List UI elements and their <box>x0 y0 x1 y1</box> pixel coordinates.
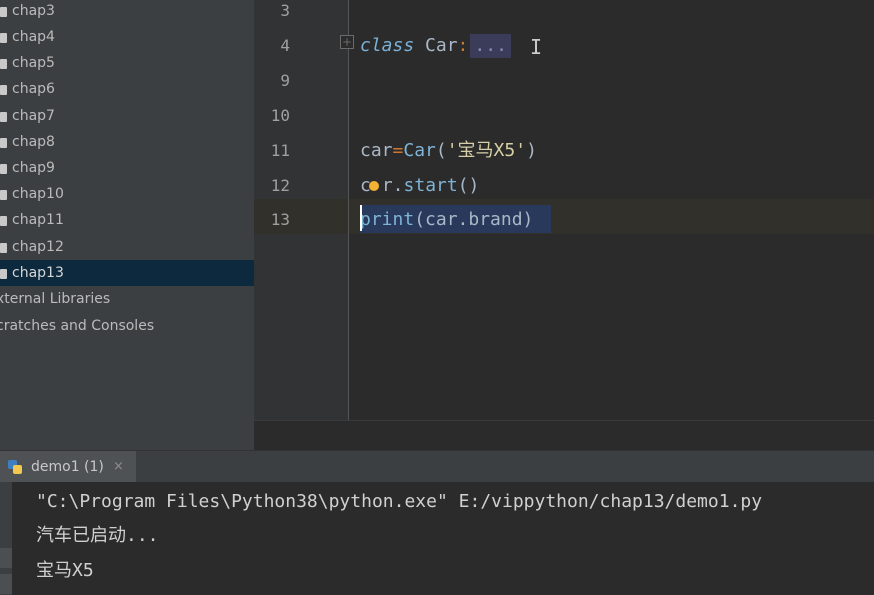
builtin-print: print <box>360 209 415 230</box>
class-name: Car <box>414 35 458 56</box>
paren: ) <box>526 140 537 161</box>
code-editor[interactable]: 3 4 9 10 11 12 13 + class Car:... I car=… <box>254 0 874 450</box>
string-literal: '宝马X5' <box>446 140 527 161</box>
keyword-class: class <box>360 35 415 56</box>
line-number: 13 <box>270 210 290 229</box>
python-icon <box>8 460 22 474</box>
tree-item-chap12[interactable]: chap12 <box>0 234 254 260</box>
folder-icon <box>0 112 7 122</box>
operator: = <box>392 140 404 161</box>
line-number: 9 <box>280 71 290 90</box>
project-tree: chap3 chap4 chap5 chap6 chap7 chap8 chap… <box>0 0 254 450</box>
gutter-divider <box>348 0 349 420</box>
run-tab-demo1[interactable]: demo1 (1) × <box>0 451 136 483</box>
editor-bottom-area <box>254 420 874 450</box>
console-toolbar-button[interactable] <box>0 548 12 568</box>
line-number: 3 <box>280 1 290 20</box>
colon: : <box>457 35 469 56</box>
lightbulb-icon[interactable] <box>369 181 379 191</box>
tree-item-chap8[interactable]: chap8 <box>0 129 254 155</box>
method-call: start <box>403 175 458 196</box>
folder-icon <box>0 138 7 148</box>
console-output-line: 汽车已启动... <box>36 525 159 546</box>
folder-icon <box>0 59 7 69</box>
folder-icon <box>0 85 7 95</box>
console-output-line: 宝马X5 <box>36 560 94 581</box>
tree-item-scratches-and-consoles[interactable]: cratches and Consoles <box>0 313 254 339</box>
folded-code-placeholder[interactable]: ... <box>470 34 511 58</box>
code-line-13[interactable]: print(car.brand) <box>360 208 533 232</box>
args: (car.brand) <box>414 209 534 230</box>
folder-icon <box>0 269 7 279</box>
paren: ( <box>435 140 447 161</box>
run-tool-window-header: demo1 (1) × <box>0 450 874 483</box>
tree-item-chap4[interactable]: chap4 <box>0 24 254 50</box>
tree-item-chap3[interactable]: chap3 <box>0 0 254 24</box>
line-number: 11 <box>270 141 290 160</box>
close-icon[interactable]: × <box>113 451 124 483</box>
current-line-highlight <box>254 199 874 234</box>
fold-expand-icon[interactable]: + <box>340 35 354 49</box>
run-console[interactable]: "C:\Program Files\Python38\python.exe" E… <box>0 482 874 595</box>
folder-icon <box>0 243 7 253</box>
line-number: 4 <box>280 36 290 55</box>
text-cursor-icon: I <box>530 35 543 59</box>
code-line-4[interactable]: class Car:... <box>360 34 511 58</box>
folder-icon <box>0 7 7 17</box>
folder-icon <box>0 190 7 200</box>
line-number: 12 <box>270 176 290 195</box>
console-toolbar <box>0 482 12 595</box>
folder-icon <box>0 164 7 174</box>
tree-item-chap7[interactable]: chap7 <box>0 103 254 129</box>
variable: car <box>360 140 393 161</box>
console-output-line: "C:\Program Files\Python38\python.exe" E… <box>36 491 763 512</box>
args: () <box>457 175 480 196</box>
tree-item-chap13[interactable]: chap13 <box>0 260 254 286</box>
tree-item-chap6[interactable]: chap6 <box>0 76 254 102</box>
constructor-call: Car <box>403 140 436 161</box>
run-tab-label: demo1 (1) <box>31 459 104 475</box>
line-number: 10 <box>270 106 290 125</box>
console-toolbar-button[interactable] <box>0 574 12 594</box>
tree-item-chap9[interactable]: chap9 <box>0 155 254 181</box>
tree-item-external-libraries[interactable]: xternal Libraries <box>0 286 254 312</box>
tree-item-chap10[interactable]: chap10 <box>0 181 254 207</box>
text-caret <box>360 205 362 231</box>
tree-item-chap11[interactable]: chap11 <box>0 207 254 233</box>
variable-part: r. <box>381 175 404 196</box>
tree-item-chap5[interactable]: chap5 <box>0 50 254 76</box>
code-line-11[interactable]: car=Car('宝马X5') <box>360 139 537 163</box>
folder-icon <box>0 216 7 226</box>
folder-icon <box>0 33 7 43</box>
